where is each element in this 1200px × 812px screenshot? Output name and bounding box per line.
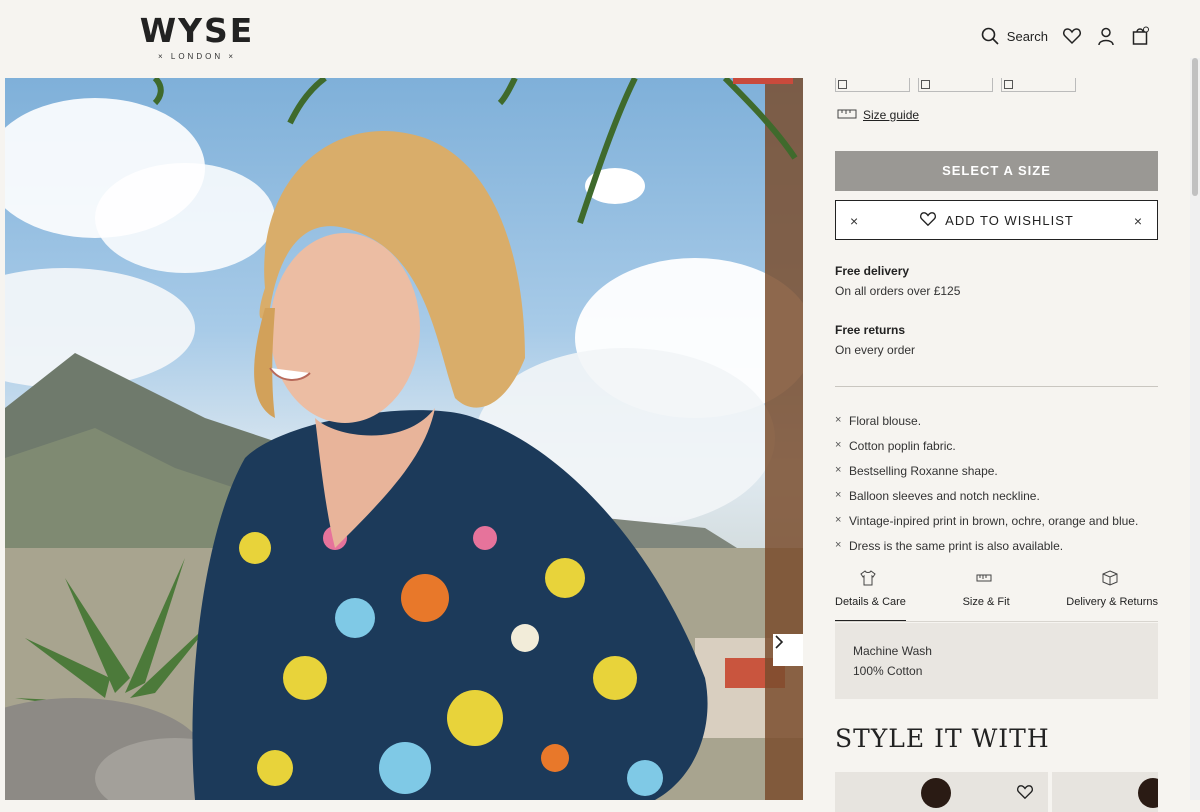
bag-icon[interactable] — [1130, 26, 1150, 46]
close-icon: × — [850, 213, 860, 229]
delivery-text: On all orders over £125 — [835, 284, 961, 298]
model-photo — [921, 778, 951, 808]
ruler-icon — [976, 570, 996, 590]
image-next-button[interactable] — [773, 634, 803, 666]
size-option[interactable] — [835, 78, 910, 92]
feature-item: × Balloon sleeves and notch neckline. — [835, 489, 1040, 503]
promo-strip — [733, 78, 793, 84]
style-it-with-carousel — [835, 772, 1158, 812]
delivery-title: Free delivery — [835, 264, 910, 278]
select-size-button[interactable]: SELECT A SIZE — [835, 151, 1158, 191]
feature-item: × Floral blouse. — [835, 414, 922, 428]
feature-item: × Bestselling Roxanne shape. — [835, 464, 998, 478]
tab-underline — [835, 621, 1158, 622]
feature-list: × Floral blouse. × Cotton poplin fabric. ×… — [835, 414, 1138, 564]
feature-item: × Vintage-inpired print in brown, ochre, … — [835, 514, 1139, 528]
search-button[interactable]: Search — [980, 26, 1048, 46]
box-icon — [1102, 570, 1122, 590]
brand-name: WYSE — [139, 11, 255, 50]
brand-logo[interactable]: WYSE × LONDON × — [137, 11, 257, 62]
tab-delivery-returns[interactable]: Delivery & Returns — [1066, 570, 1158, 622]
heart-icon[interactable] — [1062, 26, 1082, 46]
returns-title: Free returns — [835, 323, 906, 337]
model-photo — [1138, 778, 1158, 808]
header-actions: Search — [980, 26, 1150, 46]
cross-icon: × — [835, 514, 842, 526]
size-option[interactable] — [1001, 78, 1076, 92]
close-icon[interactable]: × — [1134, 213, 1143, 229]
heart-icon[interactable] — [1016, 784, 1034, 802]
cross-icon: × — [835, 539, 842, 551]
product-info-tabs: Details & Care Size & Fit Delivery & Ret… — [835, 570, 1158, 622]
tab-size-fit[interactable]: Size & Fit — [963, 570, 1010, 622]
add-to-wishlist-button[interactable]: × ADD TO WISHLIST × — [835, 200, 1158, 240]
care-line: Machine Wash — [853, 644, 932, 658]
search-icon — [980, 26, 1000, 46]
size-guide-link[interactable]: Size guide — [837, 108, 919, 122]
tab-label: Details & Care — [835, 596, 906, 608]
user-icon[interactable] — [1096, 26, 1116, 46]
product-photo-illustration — [5, 78, 803, 800]
style-product-card[interactable] — [1052, 772, 1158, 812]
size-guide-label: Size guide — [863, 108, 920, 122]
style-it-with-heading: STYLE IT WITH — [835, 724, 1050, 753]
care-panel: Machine Wash 100% Cotton — [835, 623, 1158, 699]
tab-details-care[interactable]: Details & Care — [835, 570, 906, 622]
ruler-icon — [837, 108, 857, 122]
heart-icon — [919, 211, 937, 230]
brand-sub: × LONDON × — [157, 52, 236, 61]
scrollbar-thumb[interactable] — [1192, 58, 1198, 196]
feature-item: × Cotton poplin fabric. — [835, 439, 956, 453]
size-option[interactable] — [918, 78, 993, 92]
page-scrollbar[interactable] — [1190, 58, 1200, 800]
tab-label: Size & Fit — [962, 596, 1010, 608]
search-label: Search — [1006, 28, 1048, 44]
feature-item: × Dress is the same print is also availab… — [835, 539, 1064, 553]
returns-text: On every order — [835, 343, 916, 357]
cross-icon: × — [835, 464, 842, 476]
site-header: WYSE × LONDON × Search — [0, 0, 1200, 78]
shirt-icon — [860, 570, 880, 590]
cross-icon: × — [835, 439, 842, 451]
care-line: 100% Cotton — [853, 664, 923, 678]
cross-icon: × — [835, 414, 842, 426]
style-product-card[interactable] — [835, 772, 1048, 812]
cross-icon: × — [835, 489, 842, 501]
add-to-wishlist-label: ADD TO WISHLIST — [945, 212, 1074, 228]
size-options — [835, 78, 1076, 92]
tab-label: Delivery & Returns — [1066, 596, 1158, 608]
divider — [835, 386, 1158, 387]
product-image — [5, 78, 803, 800]
